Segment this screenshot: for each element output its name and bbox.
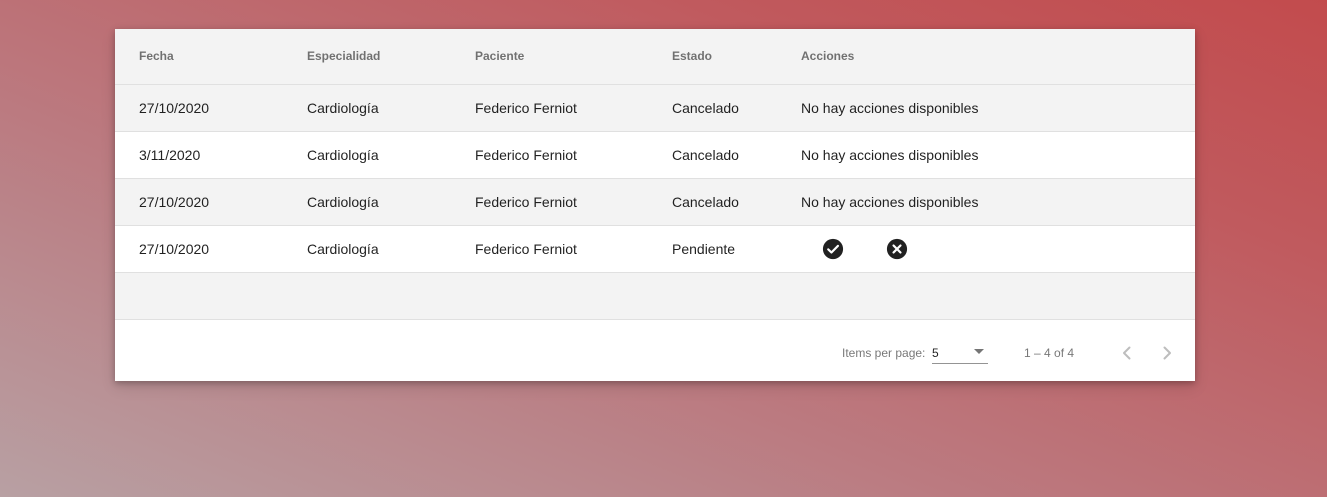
cell-especialidad: Cardiología [307, 178, 475, 226]
cell-fecha: 27/10/2020 [115, 178, 307, 226]
next-page-button[interactable] [1153, 339, 1181, 367]
cell-estado: Cancelado [672, 178, 801, 226]
cell-estado: Cancelado [672, 131, 801, 179]
check-circle-icon[interactable] [822, 238, 844, 260]
cell-acciones [801, 225, 1195, 273]
header-fecha[interactable]: Fecha [115, 29, 307, 85]
table-row: 3/11/2020 Cardiología Federico Ferniot C… [115, 131, 1195, 179]
paginator: Items per page: 5 1 – 4 of 4 [115, 325, 1195, 381]
cell-especialidad: Cardiología [307, 131, 475, 179]
header-especialidad[interactable]: Especialidad [307, 29, 475, 85]
chevron-right-icon [1163, 346, 1171, 360]
header-paciente[interactable]: Paciente [475, 29, 672, 85]
header-acciones: Acciones [801, 29, 1195, 85]
empty-row [115, 272, 1195, 320]
table-row: 27/10/2020 Cardiología Federico Ferniot … [115, 225, 1195, 273]
cell-fecha: 27/10/2020 [115, 225, 307, 273]
cancel-circle-icon[interactable] [886, 238, 908, 260]
table-row: 27/10/2020 Cardiología Federico Ferniot … [115, 178, 1195, 226]
items-per-page-select[interactable]: 5 [932, 341, 988, 364]
cell-acciones: No hay acciones disponibles [801, 178, 1195, 226]
appointments-card: Fecha Especialidad Paciente Estado Accio… [115, 29, 1195, 381]
cell-acciones: No hay acciones disponibles [801, 84, 1195, 132]
chevron-left-icon [1123, 346, 1131, 360]
cell-fecha: 27/10/2020 [115, 84, 307, 132]
table-header-row: Fecha Especialidad Paciente Estado Accio… [115, 29, 1195, 85]
cell-acciones: No hay acciones disponibles [801, 131, 1195, 179]
cell-paciente: Federico Ferniot [475, 225, 672, 273]
cell-paciente: Federico Ferniot [475, 178, 672, 226]
cell-estado: Cancelado [672, 84, 801, 132]
items-per-page-label: Items per page: [842, 346, 926, 360]
appointments-table: Fecha Especialidad Paciente Estado Accio… [115, 29, 1195, 320]
page-range-label: 1 – 4 of 4 [1024, 346, 1075, 360]
dropdown-arrow-icon [974, 349, 984, 354]
cell-paciente: Federico Ferniot [475, 84, 672, 132]
cell-paciente: Federico Ferniot [475, 131, 672, 179]
cell-fecha: 3/11/2020 [115, 131, 307, 179]
previous-page-button[interactable] [1113, 339, 1141, 367]
items-per-page-value: 5 [932, 346, 939, 360]
table-row: 27/10/2020 Cardiología Federico Ferniot … [115, 84, 1195, 132]
header-estado[interactable]: Estado [672, 29, 801, 85]
cell-estado: Pendiente [672, 225, 801, 273]
cell-especialidad: Cardiología [307, 84, 475, 132]
cell-especialidad: Cardiología [307, 225, 475, 273]
